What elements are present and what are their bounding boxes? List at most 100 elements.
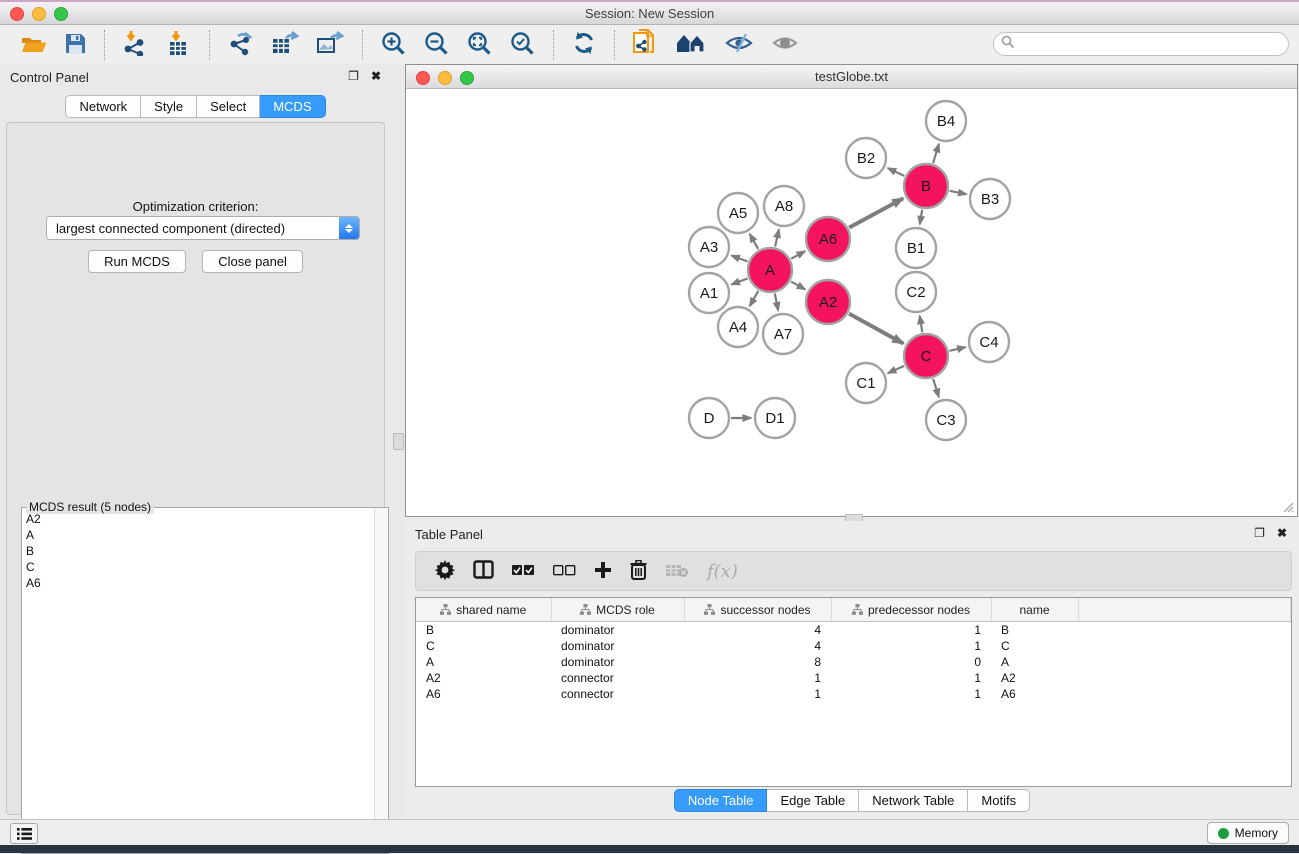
tab-edge-table[interactable]: Edge Table bbox=[767, 789, 859, 812]
open-network-file-button[interactable] bbox=[624, 27, 666, 63]
zoom-out-button[interactable] bbox=[415, 27, 458, 63]
delete-table-button[interactable] bbox=[656, 553, 698, 589]
graph-edge[interactable] bbox=[775, 229, 779, 246]
table-cell[interactable]: C bbox=[991, 638, 1078, 654]
graph-edge[interactable] bbox=[920, 210, 922, 225]
graph-edge[interactable] bbox=[750, 234, 759, 249]
table-cell[interactable]: 1 bbox=[684, 686, 831, 702]
zoom-in-button[interactable] bbox=[372, 27, 415, 63]
close-panel-button[interactable]: Close panel bbox=[202, 250, 303, 273]
table-cell[interactable]: 1 bbox=[831, 670, 991, 686]
zoom-fit-button[interactable] bbox=[458, 27, 501, 63]
graph-edge[interactable] bbox=[791, 251, 805, 258]
export-network-button[interactable] bbox=[219, 27, 263, 63]
table-cell[interactable]: dominator bbox=[551, 622, 684, 639]
import-table-button[interactable] bbox=[158, 27, 200, 63]
table-row[interactable]: Bdominator41B bbox=[416, 622, 1291, 639]
table-cell[interactable]: connector bbox=[551, 670, 684, 686]
table-cell[interactable]: A6 bbox=[991, 686, 1078, 702]
open-session-button[interactable] bbox=[12, 27, 56, 63]
column-header-mcds-role[interactable]: MCDS role bbox=[551, 598, 684, 622]
mcds-result-item[interactable]: A6 bbox=[22, 575, 374, 591]
tab-mcds[interactable]: MCDS bbox=[260, 95, 325, 118]
search-field[interactable] bbox=[993, 32, 1289, 56]
show-panels-button[interactable] bbox=[10, 823, 38, 844]
close-panel-icon[interactable]: ✖ bbox=[371, 69, 381, 83]
tab-motifs[interactable]: Motifs bbox=[968, 789, 1030, 812]
delete-column-button[interactable] bbox=[621, 553, 656, 589]
table-cell[interactable]: connector bbox=[551, 686, 684, 702]
node-table[interactable]: shared name MCDS role successor nodes pr… bbox=[415, 597, 1292, 787]
float-panel-icon[interactable]: ❐ bbox=[348, 69, 359, 83]
table-row[interactable]: Cdominator41C bbox=[416, 638, 1291, 654]
tab-style[interactable]: Style bbox=[141, 95, 197, 118]
table-cell[interactable]: B bbox=[991, 622, 1078, 639]
network-graph[interactable]: B4B2BB3A8A5A6B1A3AA1C2A2A4A7C4CC1C3DD1 bbox=[406, 89, 1297, 516]
table-cell[interactable]: dominator bbox=[551, 654, 684, 670]
table-cell[interactable]: A2 bbox=[991, 670, 1078, 686]
graph-edge[interactable] bbox=[933, 144, 939, 163]
tab-network[interactable]: Network bbox=[65, 95, 141, 118]
scrollbar[interactable] bbox=[374, 508, 388, 853]
graph-edge[interactable] bbox=[933, 379, 939, 397]
column-header-name[interactable]: name bbox=[991, 598, 1078, 622]
import-network-button[interactable] bbox=[114, 27, 158, 63]
export-image-button[interactable] bbox=[308, 27, 353, 63]
criterion-dropdown[interactable]: largest connected component (directed) bbox=[46, 216, 360, 240]
run-mcds-button[interactable]: Run MCDS bbox=[88, 250, 186, 273]
zoom-selected-button[interactable] bbox=[501, 27, 544, 63]
table-cell[interactable]: A2 bbox=[416, 670, 551, 686]
tab-network-table[interactable]: Network Table bbox=[859, 789, 968, 812]
graph-edge[interactable] bbox=[920, 316, 923, 333]
add-column-button[interactable] bbox=[585, 553, 621, 589]
graph-edge[interactable] bbox=[775, 294, 778, 311]
graph-edge[interactable] bbox=[888, 168, 905, 176]
float-panel-icon[interactable]: ❐ bbox=[1254, 526, 1265, 540]
table-cell[interactable]: 1 bbox=[831, 686, 991, 702]
graph-edge[interactable] bbox=[791, 282, 805, 290]
mcds-result-item[interactable]: C bbox=[22, 559, 374, 575]
mcds-result-item[interactable]: A bbox=[22, 527, 374, 543]
graph-edge[interactable] bbox=[849, 314, 903, 344]
search-input[interactable] bbox=[1019, 36, 1288, 52]
export-table-button[interactable] bbox=[263, 27, 308, 63]
table-cell[interactable]: 1 bbox=[684, 670, 831, 686]
table-cell[interactable]: 0 bbox=[831, 654, 991, 670]
tab-node-table[interactable]: Node Table bbox=[674, 789, 768, 812]
mcds-result-item[interactable]: B bbox=[22, 543, 374, 559]
column-visibility-button[interactable] bbox=[464, 553, 503, 589]
resize-grip-icon[interactable] bbox=[1280, 499, 1294, 513]
table-cell[interactable]: B bbox=[416, 622, 551, 639]
graph-edge[interactable] bbox=[731, 255, 747, 261]
hide-graphics-details-button[interactable] bbox=[716, 27, 762, 63]
mcds-result-item[interactable]: A2 bbox=[22, 511, 374, 527]
vertical-splitter[interactable] bbox=[391, 64, 405, 820]
function-builder-button[interactable]: f(x) bbox=[698, 553, 747, 589]
table-cell[interactable]: dominator bbox=[551, 638, 684, 654]
table-row[interactable]: Adominator80A bbox=[416, 654, 1291, 670]
table-settings-button[interactable] bbox=[426, 553, 464, 589]
show-graphics-details-button[interactable] bbox=[762, 27, 808, 63]
table-cell[interactable]: 8 bbox=[684, 654, 831, 670]
home-button[interactable] bbox=[666, 27, 716, 63]
graph-edge[interactable] bbox=[750, 291, 759, 306]
graph-edge[interactable] bbox=[888, 366, 904, 373]
table-cell[interactable]: A6 bbox=[416, 686, 551, 702]
table-cell[interactable]: A bbox=[416, 654, 551, 670]
graph-edge[interactable] bbox=[849, 198, 903, 227]
graph-edge[interactable] bbox=[949, 347, 965, 351]
network-canvas[interactable]: B4B2BB3A8A5A6B1A3AA1C2A2A4A7C4CC1C3DD1 bbox=[406, 89, 1297, 516]
table-cell[interactable]: 4 bbox=[684, 638, 831, 654]
table-row[interactable]: A2connector11A2 bbox=[416, 670, 1291, 686]
table-cell[interactable]: C bbox=[416, 638, 551, 654]
splitter-handle[interactable] bbox=[393, 433, 404, 450]
select-all-button[interactable] bbox=[503, 553, 544, 589]
memory-button[interactable]: Memory bbox=[1207, 822, 1289, 844]
save-session-button[interactable] bbox=[56, 27, 95, 63]
graph-edge[interactable] bbox=[731, 278, 747, 284]
table-cell[interactable]: 4 bbox=[684, 622, 831, 639]
graph-edge[interactable] bbox=[950, 191, 967, 194]
tab-select[interactable]: Select bbox=[197, 95, 260, 118]
refresh-button[interactable] bbox=[563, 27, 605, 63]
column-header-predecessor-nodes[interactable]: predecessor nodes bbox=[831, 598, 991, 622]
